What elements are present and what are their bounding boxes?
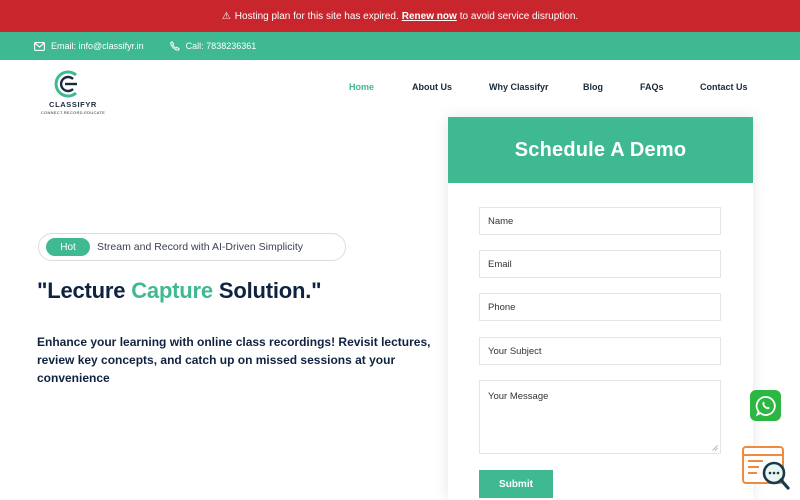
nav-blog[interactable]: Blog <box>583 82 603 92</box>
hot-tagline-pill: Hot Stream and Record with AI-Driven Sim… <box>38 233 346 261</box>
headline-post: Solution." <box>212 278 322 303</box>
hero-headline: "Lecture Capture Solution." <box>37 278 322 304</box>
logo-name: CLASSIFYR <box>49 100 97 109</box>
whatsapp-button[interactable] <box>750 390 781 421</box>
headline-accent: Capture <box>131 278 213 303</box>
hot-badge: Hot <box>46 238 90 256</box>
chat-search-icon <box>742 446 790 490</box>
phone-text: Call: 7838236361 <box>185 41 257 51</box>
submit-button[interactable]: Submit <box>479 470 553 498</box>
phone-icon <box>169 41 180 51</box>
headline-pre: "Lecture <box>37 278 132 303</box>
nav-faqs[interactable]: FAQs <box>640 82 664 92</box>
alert-text: Hosting plan for this site has expired. <box>234 10 399 22</box>
name-field[interactable]: Name <box>479 207 721 235</box>
chat-search-button[interactable] <box>741 445 791 491</box>
logo-tagline: CONNECT.RECORD.EDUCATE <box>40 110 106 115</box>
schedule-demo-form: Schedule A Demo Name Email Phone Your Su… <box>448 117 753 500</box>
hosting-expired-banner: ⚠ Hosting plan for this site has expired… <box>0 0 800 32</box>
form-title: Schedule A Demo <box>448 117 753 183</box>
message-placeholder: Your Message <box>488 391 549 402</box>
warning-icon: ⚠ <box>221 10 231 22</box>
resize-grip-icon[interactable] <box>712 445 718 451</box>
contact-phone[interactable]: Call: 7838236361 <box>169 41 257 51</box>
contact-bar: Email: info@classifyr.in Call: 783823636… <box>0 32 800 60</box>
nav-about-us[interactable]: About Us <box>412 82 452 92</box>
hero-description: Enhance your learning with online class … <box>37 335 431 385</box>
nav-why-classifyr[interactable]: Why Classifyr <box>489 82 549 92</box>
alert-text-after: to avoid service disruption. <box>459 10 579 22</box>
email-field[interactable]: Email <box>479 250 721 278</box>
hot-tagline-text: Stream and Record with AI-Driven Simplic… <box>97 241 303 253</box>
message-field[interactable]: Your Message <box>479 380 721 454</box>
whatsapp-icon <box>755 395 776 416</box>
nav-contact-us[interactable]: Contact Us <box>700 82 748 92</box>
email-text: Email: info@classifyr.in <box>51 41 144 51</box>
contact-email[interactable]: Email: info@classifyr.in <box>34 41 144 51</box>
subject-field[interactable]: Your Subject <box>479 337 721 365</box>
phone-field[interactable]: Phone <box>479 293 721 321</box>
main-nav: Home About Us Why Classifyr Blog FAQs Co… <box>0 82 800 96</box>
site-header: CLASSIFYR CONNECT.RECORD.EDUCATE Home Ab… <box>0 60 800 118</box>
renew-now-link[interactable]: Renew now <box>402 11 457 22</box>
mail-icon <box>34 41 45 51</box>
nav-home[interactable]: Home <box>349 82 374 92</box>
